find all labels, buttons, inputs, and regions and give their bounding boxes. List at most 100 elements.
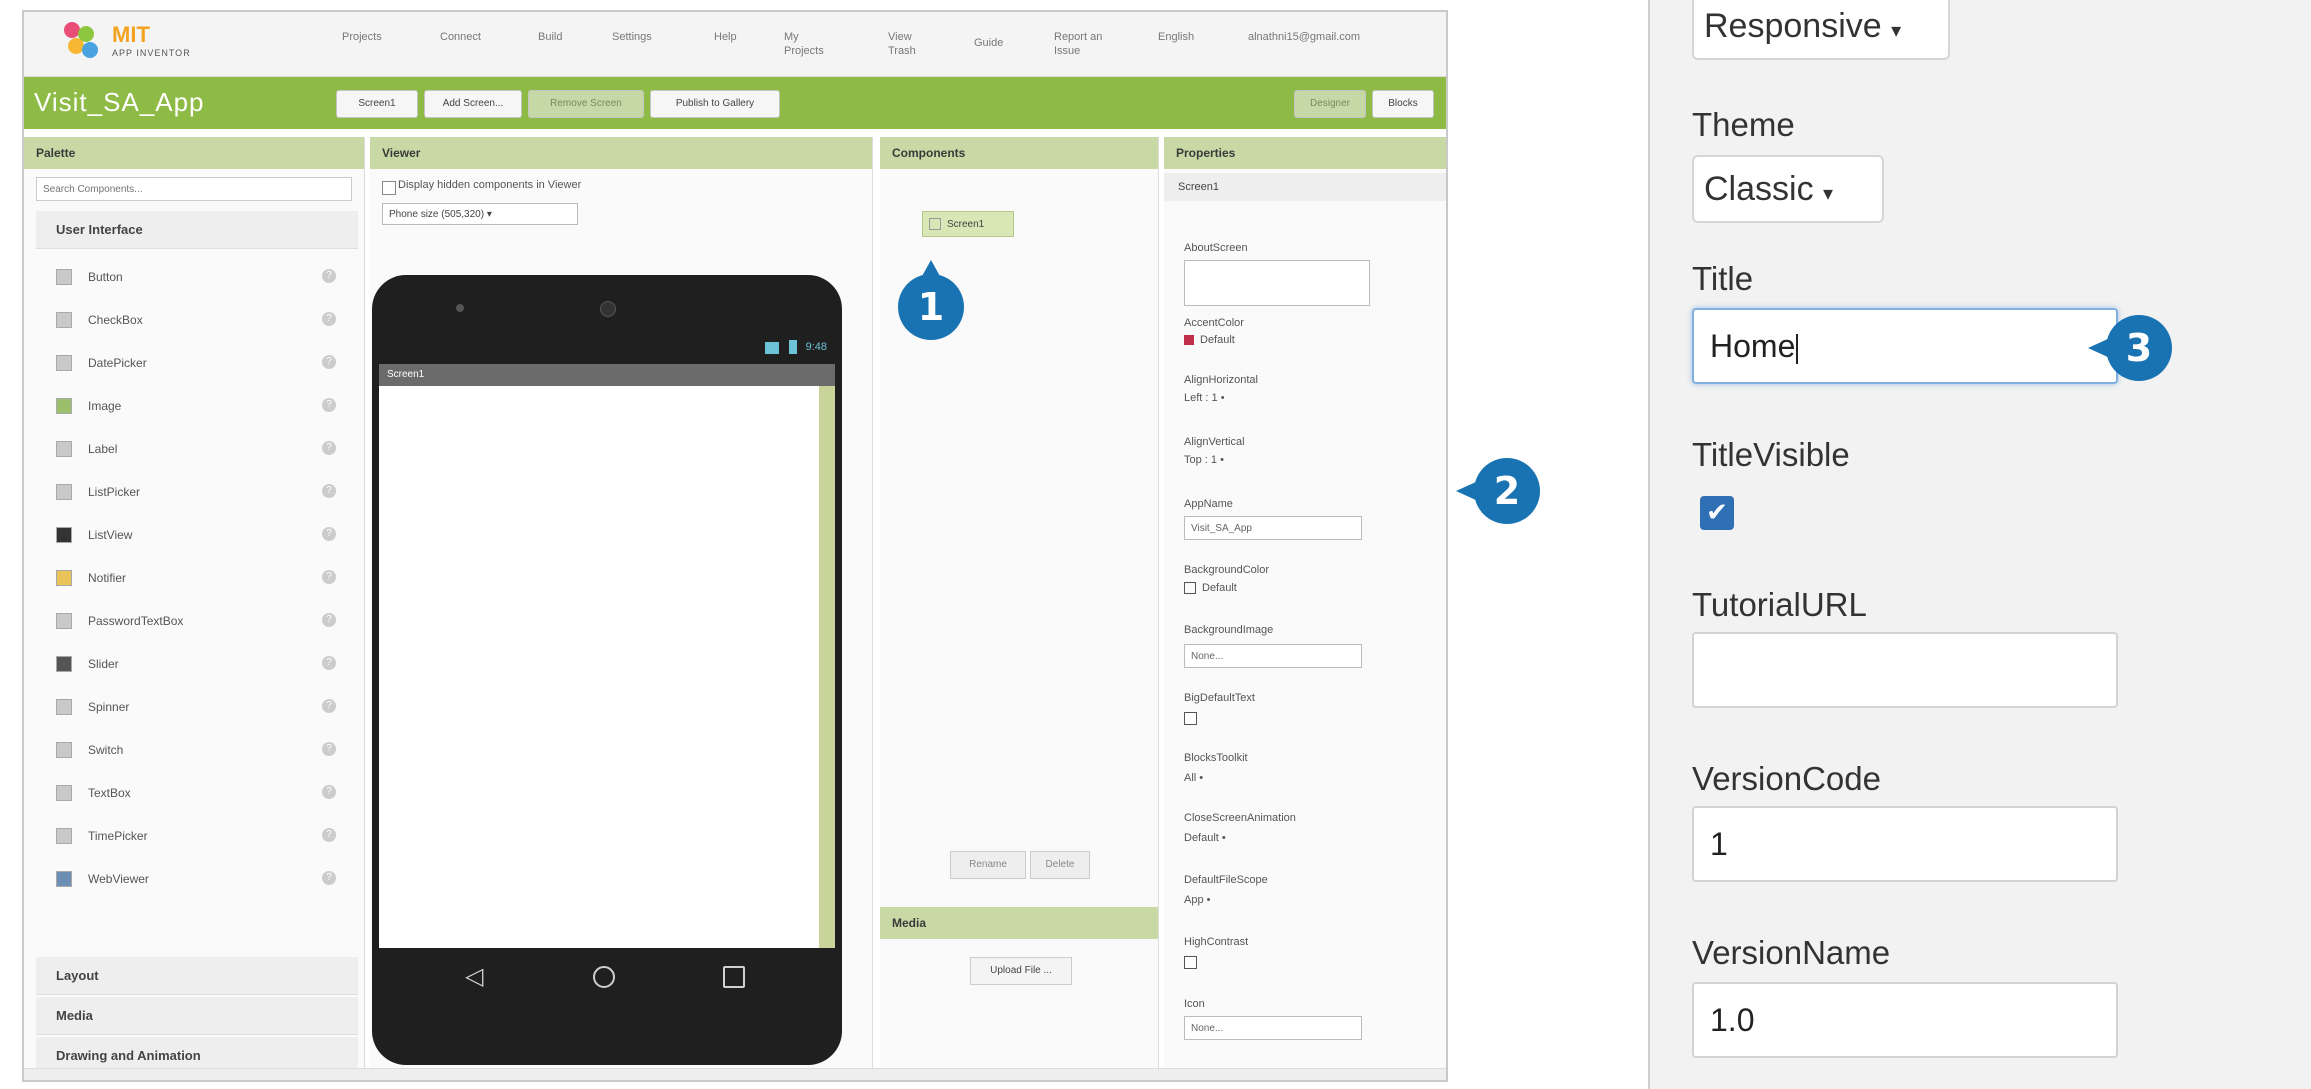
palette-item[interactable]: PasswordTextBox? bbox=[42, 601, 354, 643]
publish-gallery-button[interactable]: Publish to Gallery bbox=[650, 90, 780, 118]
blocks-button[interactable]: Blocks bbox=[1372, 90, 1434, 118]
title-label: Title bbox=[1692, 260, 1754, 297]
designer-button[interactable]: Designer bbox=[1294, 90, 1366, 118]
palette-item[interactable]: DatePicker? bbox=[42, 343, 354, 385]
component-tree-screen1[interactable]: Screen1 bbox=[922, 211, 1014, 237]
prop-aboutscreen-input[interactable] bbox=[1184, 260, 1370, 306]
palette-item[interactable]: ListView? bbox=[42, 515, 354, 557]
phone-screen[interactable] bbox=[379, 364, 835, 948]
color-swatch-icon bbox=[1184, 582, 1196, 595]
title-input[interactable]: Home bbox=[1692, 308, 2118, 384]
palette-category-media[interactable]: Media bbox=[36, 997, 358, 1035]
palette-item[interactable]: Image? bbox=[42, 386, 354, 428]
nav-language[interactable]: English bbox=[1158, 30, 1214, 44]
remove-screen-button[interactable]: Remove Screen bbox=[528, 90, 644, 118]
palette-item[interactable]: WebViewer? bbox=[42, 859, 354, 901]
nav-settings[interactable]: Settings bbox=[612, 30, 672, 44]
versionname-input[interactable]: 1.0 bbox=[1692, 982, 2118, 1058]
palette-item[interactable]: Spinner? bbox=[42, 687, 354, 729]
titlevisible-checkbox[interactable]: ✔ bbox=[1700, 496, 1734, 530]
help-icon[interactable]: ? bbox=[322, 699, 336, 713]
prop-closescreenanimation-select[interactable]: Default • bbox=[1184, 832, 1226, 844]
palette-item[interactable]: TextBox? bbox=[42, 773, 354, 815]
palette-category-user-interface[interactable]: User Interface bbox=[36, 211, 358, 249]
help-icon[interactable]: ? bbox=[322, 613, 336, 627]
help-icon[interactable]: ? bbox=[322, 398, 336, 412]
properties-screen-name: Screen1 bbox=[1164, 173, 1446, 201]
phone-camera-icon bbox=[600, 301, 616, 317]
button-icon bbox=[56, 269, 72, 285]
nav-guide[interactable]: Guide bbox=[974, 36, 1018, 50]
versionname-label: VersionName bbox=[1692, 934, 1891, 971]
tutorialurl-input[interactable] bbox=[1692, 632, 2118, 708]
palette-item[interactable]: Slider? bbox=[42, 644, 354, 686]
screen-select[interactable]: Screen1 bbox=[336, 90, 418, 118]
add-screen-button[interactable]: Add Screen... bbox=[424, 90, 522, 118]
help-icon[interactable]: ? bbox=[322, 312, 336, 326]
checkbox-icon bbox=[56, 312, 72, 328]
phone-size-select[interactable]: Phone size (505,320) ▾ bbox=[382, 203, 578, 225]
versioncode-label: VersionCode bbox=[1692, 760, 1881, 797]
phone-scrollbar[interactable] bbox=[819, 386, 835, 948]
prop-backgroundcolor-value[interactable]: Default bbox=[1184, 582, 1237, 595]
help-icon[interactable]: ? bbox=[322, 871, 336, 885]
help-icon[interactable]: ? bbox=[322, 742, 336, 756]
nav-view-trash[interactable]: View Trash bbox=[888, 30, 932, 58]
palette-category-layout[interactable]: Layout bbox=[36, 957, 358, 995]
prop-backgroundimage-input[interactable]: None... bbox=[1184, 644, 1362, 668]
prop-blockstoolkit-select[interactable]: All • bbox=[1184, 772, 1203, 784]
theme-label: Theme bbox=[1692, 106, 1795, 143]
nav-help[interactable]: Help bbox=[714, 30, 754, 44]
delete-button[interactable]: Delete bbox=[1030, 851, 1090, 879]
help-icon[interactable]: ? bbox=[322, 355, 336, 369]
prop-icon-input[interactable]: None... bbox=[1184, 1016, 1362, 1040]
palette-item[interactable]: CheckBox? bbox=[42, 300, 354, 342]
palette-search-input[interactable] bbox=[36, 177, 352, 201]
help-icon[interactable]: ? bbox=[322, 441, 336, 455]
back-icon[interactable]: ◁ bbox=[465, 962, 483, 990]
help-icon[interactable]: ? bbox=[322, 785, 336, 799]
rename-button[interactable]: Rename bbox=[950, 851, 1026, 879]
help-icon[interactable]: ? bbox=[322, 269, 336, 283]
upload-file-button[interactable]: Upload File ... bbox=[970, 957, 1072, 985]
listpicker-icon bbox=[56, 484, 72, 500]
prop-closescreenanimation-label: CloseScreenAnimation bbox=[1184, 812, 1296, 824]
hidden-components-checkbox[interactable] bbox=[382, 181, 396, 195]
prop-defaultfilescope-select[interactable]: App • bbox=[1184, 894, 1210, 906]
palette-item[interactable]: Button? bbox=[42, 257, 354, 299]
prop-highcontrast-checkbox[interactable] bbox=[1184, 956, 1197, 969]
horizontal-scrollbar[interactable] bbox=[24, 1068, 1446, 1080]
nav-connect[interactable]: Connect bbox=[440, 30, 500, 44]
nav-my-projects[interactable]: My Projects bbox=[784, 30, 840, 58]
palette-item[interactable]: TimePicker? bbox=[42, 816, 354, 858]
prop-accentcolor-value[interactable]: Default bbox=[1184, 334, 1235, 346]
palette-item[interactable]: Switch? bbox=[42, 730, 354, 772]
help-icon[interactable]: ? bbox=[322, 484, 336, 498]
prop-highcontrast-label: HighContrast bbox=[1184, 936, 1249, 948]
nav-build[interactable]: Build bbox=[538, 30, 578, 44]
help-icon[interactable]: ? bbox=[322, 570, 336, 584]
prop-alignhorizontal-select[interactable]: Left : 1 • bbox=[1184, 392, 1225, 404]
media-header: Media bbox=[880, 907, 1158, 939]
callout-3: 3 bbox=[2088, 315, 2172, 381]
nav-projects[interactable]: Projects bbox=[342, 30, 402, 44]
textbox-icon bbox=[56, 785, 72, 801]
palette-item[interactable]: Notifier? bbox=[42, 558, 354, 600]
prop-alignvertical-select[interactable]: Top : 1 • bbox=[1184, 454, 1224, 466]
recents-icon[interactable] bbox=[723, 966, 745, 988]
help-icon[interactable]: ? bbox=[322, 656, 336, 670]
nav-account[interactable]: alnathni15@gmail.com bbox=[1248, 30, 1428, 44]
versioncode-input[interactable]: 1 bbox=[1692, 806, 2118, 882]
webviewer-icon bbox=[56, 871, 72, 887]
nav-report-issue[interactable]: Report an Issue bbox=[1054, 30, 1118, 58]
help-icon[interactable]: ? bbox=[322, 527, 336, 541]
palette-item[interactable]: Label? bbox=[42, 429, 354, 471]
palette-item[interactable]: ListPicker? bbox=[42, 472, 354, 514]
timepicker-icon bbox=[56, 828, 72, 844]
theme-select[interactable]: Classic ▾ bbox=[1692, 155, 1884, 223]
prop-bigdefaulttext-checkbox[interactable] bbox=[1184, 712, 1197, 725]
sizing-select[interactable]: Responsive ▾ bbox=[1692, 0, 1950, 60]
home-icon[interactable] bbox=[593, 966, 615, 988]
prop-appname-input[interactable]: Visit_SA_App bbox=[1184, 516, 1362, 540]
help-icon[interactable]: ? bbox=[322, 828, 336, 842]
